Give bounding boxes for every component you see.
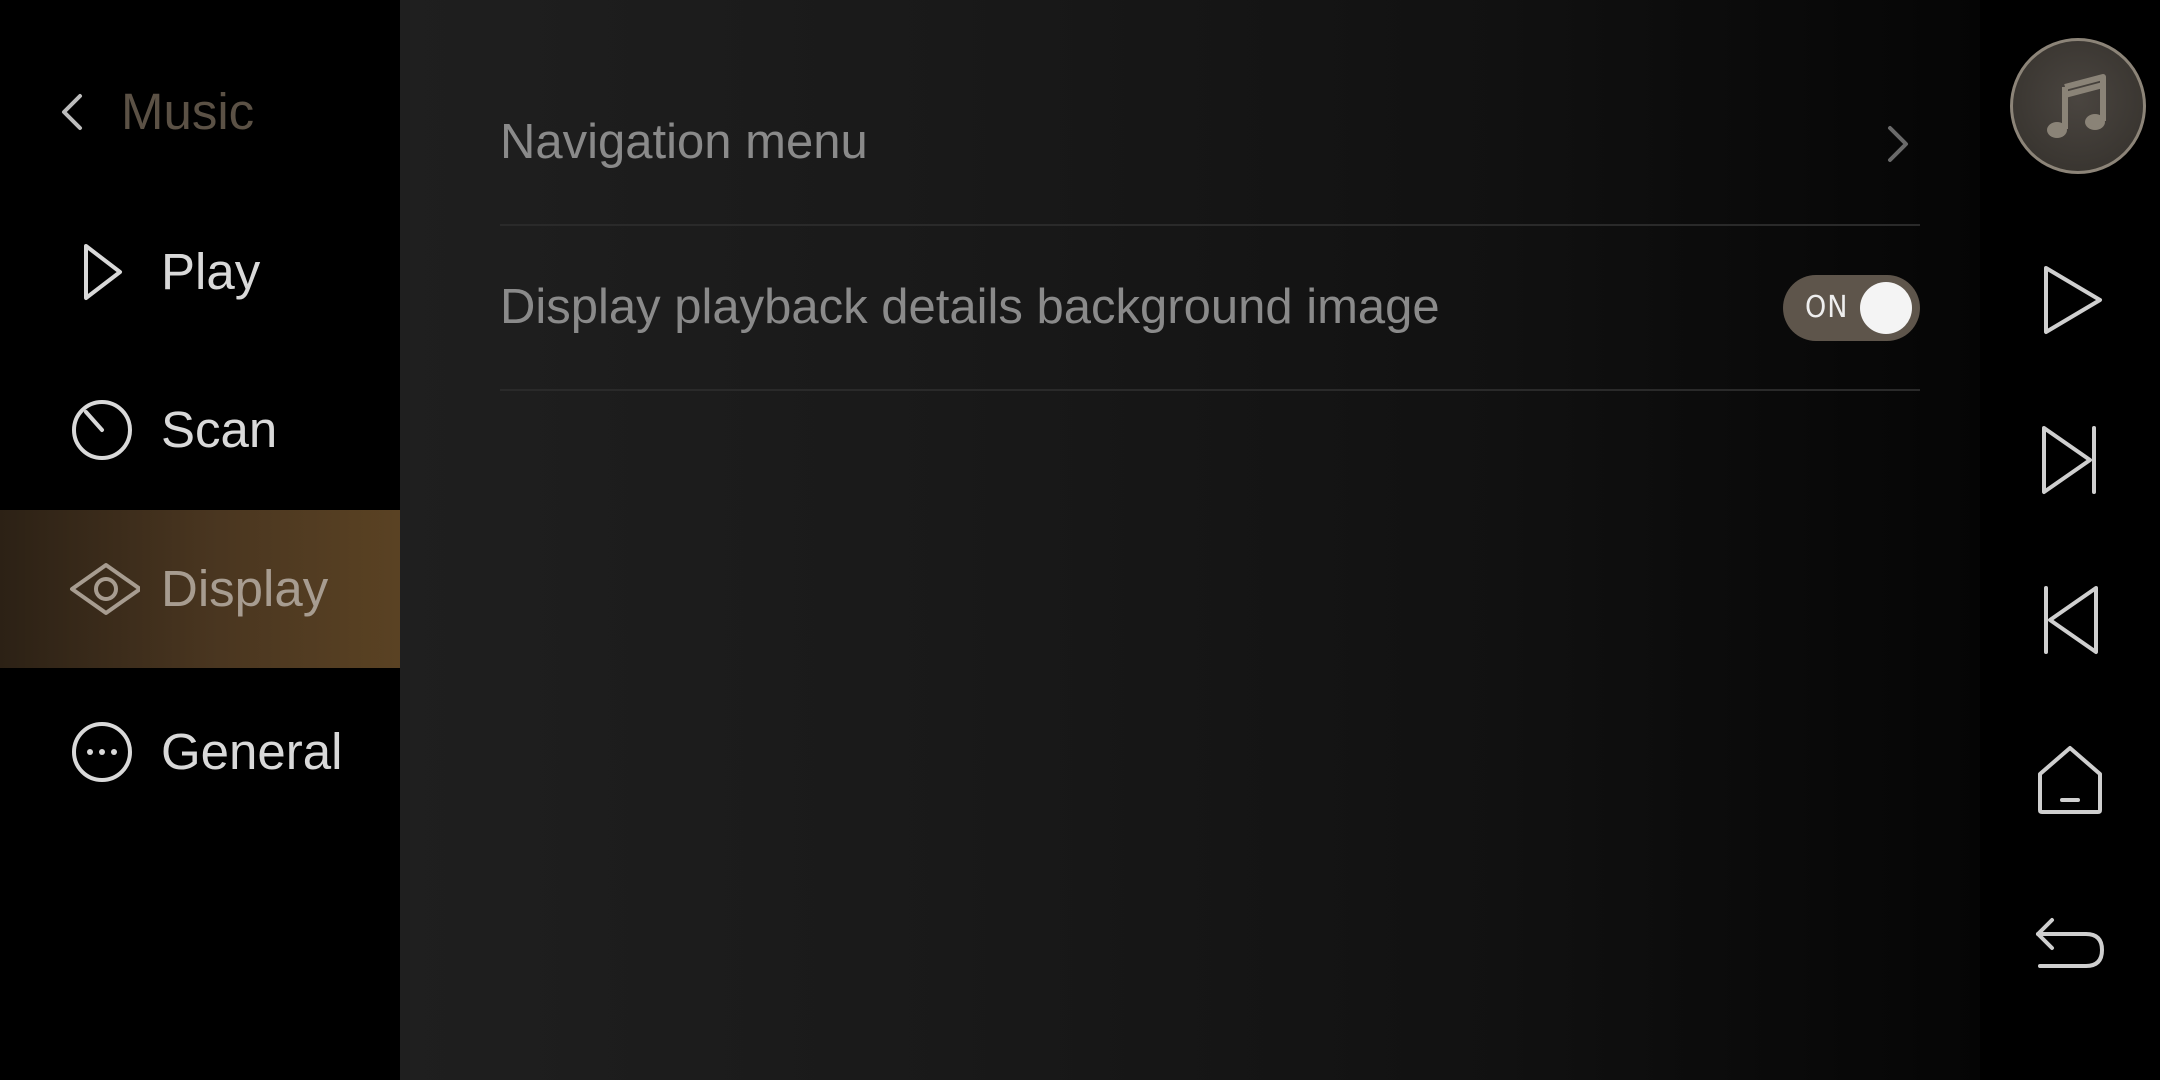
sidebar-item-play[interactable]: Play [0,193,400,351]
now-playing-art[interactable] [2010,38,2146,174]
back-icon [2036,918,2104,968]
sidebar-item-label: General [161,723,343,780]
toggle-knob [1860,282,1912,334]
settings-content: Navigation menu Display playback details… [400,0,1980,1080]
toggle-state-text: ON [1805,290,1849,325]
previous-track-icon [2044,586,2098,654]
play-button[interactable] [2024,254,2116,346]
scan-icon [72,400,132,460]
background-image-row: Display playback details background imag… [500,225,1920,391]
play-icon [2044,266,2102,334]
screen: Music Play Scan Display General Navigati… [0,0,2160,1080]
more-icon [72,722,132,782]
back-button[interactable] [2024,894,2116,986]
sidebar-item-general[interactable]: General [0,673,400,831]
music-note-icon [2047,74,2106,138]
sidebar-item-label: Play [161,243,261,300]
sidebar-title: Music [121,83,255,140]
background-image-toggle[interactable]: ON [1783,275,1920,341]
sidebar-item-scan[interactable]: Scan [0,351,400,509]
next-track-button[interactable] [2024,414,2116,506]
navigation-menu-row[interactable]: Navigation menu [500,60,1920,226]
chevron-left-icon[interactable] [52,88,92,136]
sidebar-header[interactable]: Music [0,62,400,162]
playback-rail [1980,0,2160,1080]
sidebar-item-display[interactable]: Display [0,510,400,668]
previous-track-button[interactable] [2024,574,2116,666]
next-track-icon [2042,426,2096,494]
sidebar-item-label: Display [161,560,329,617]
sidebar-item-label: Scan [161,401,278,458]
play-icon [84,244,122,300]
eye-icon [70,563,140,615]
chevron-right-icon [1888,126,1908,162]
row-label: Navigation menu [500,115,868,169]
sidebar: Music Play Scan Display General [0,0,400,1080]
home-icon [2038,746,2102,814]
row-label: Display playback details background imag… [500,280,1440,334]
home-button[interactable] [2024,734,2116,826]
